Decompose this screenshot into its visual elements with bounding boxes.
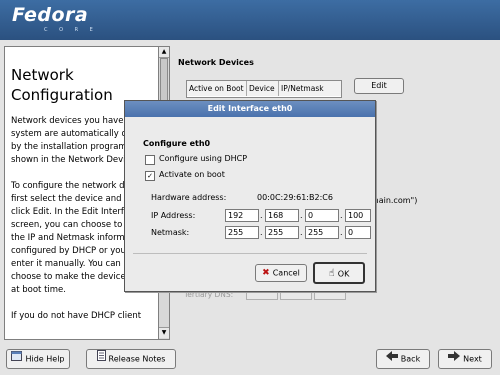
scroll-up-arrow-icon[interactable]: ▲ [159, 47, 169, 58]
dialog-separator [133, 253, 367, 254]
back-button[interactable]: Back [376, 349, 430, 369]
ip-octet-4[interactable]: 100 [345, 209, 371, 222]
netmask-label: Netmask: [151, 228, 190, 237]
fedora-logo-sub: C O R E [44, 27, 98, 33]
cancel-x-icon: ✖ [262, 268, 270, 278]
ok-hand-icon: ☝ [328, 268, 335, 279]
scroll-down-arrow-icon[interactable]: ▼ [159, 327, 169, 338]
network-devices-label: Network Devices [178, 58, 254, 67]
edit-interface-dialog: Edit Interface eth0 Configure eth0 Confi… [124, 100, 376, 292]
ip-octet-1[interactable]: 192 [225, 209, 259, 222]
network-devices-table[interactable]: Active on Boot Device IP/Netmask [186, 80, 342, 98]
release-notes-label: Release Notes [108, 354, 166, 364]
column-device[interactable]: Device [247, 81, 279, 96]
next-button[interactable]: Next [438, 349, 492, 369]
ip-octet-2[interactable]: 168 [265, 209, 299, 222]
next-arrow-icon [448, 350, 461, 368]
netmask-octet-2[interactable]: 255 [265, 226, 299, 239]
column-active-on-boot[interactable]: Active on Boot [187, 81, 247, 96]
ip-separator: . [340, 211, 343, 220]
netmask-octet-1[interactable]: 255 [225, 226, 259, 239]
next-label: Next [463, 354, 482, 364]
dhcp-label[interactable]: Configure using DHCP [159, 154, 247, 163]
edit-button[interactable]: Edit [354, 78, 404, 94]
cancel-label: Cancel [272, 268, 300, 278]
configure-section-label: Configure eth0 [143, 139, 211, 148]
activate-on-boot-checkbox[interactable]: ✓ [145, 171, 155, 181]
activate-on-boot-label[interactable]: Activate on boot [159, 170, 225, 179]
ip-address-label: IP Address: [151, 211, 196, 220]
cancel-button[interactable]: ✖ Cancel [255, 264, 307, 282]
ip-octet-3[interactable]: 0 [305, 209, 339, 222]
fedora-logo: Fedora [12, 4, 89, 26]
netmask-octet-4[interactable]: 0 [345, 226, 371, 239]
back-arrow-icon [385, 350, 398, 368]
hardware-address-label: Hardware address: [151, 193, 227, 202]
release-notes-button[interactable]: Release Notes [86, 349, 176, 369]
netmask-separator: . [300, 228, 303, 237]
help-title: Network Configuration [11, 66, 113, 104]
help-paragraph-3: If you do not have DHCP client [11, 311, 142, 321]
column-ip-netmask[interactable]: IP/Netmask [279, 81, 341, 96]
help-icon [11, 350, 23, 368]
ok-label: OK [337, 269, 350, 279]
netmask-separator: . [340, 228, 343, 237]
ok-button[interactable]: ☝ OK [313, 262, 365, 284]
dhcp-checkbox[interactable] [145, 155, 155, 165]
netmask-separator: . [260, 228, 263, 237]
netmask-octet-3[interactable]: 255 [305, 226, 339, 239]
ip-separator: . [300, 211, 303, 220]
hardware-address-value: 00:0C:29:61:B2:C6 [257, 193, 333, 202]
hide-help-label: Hide Help [25, 354, 65, 364]
ip-separator: . [260, 211, 263, 220]
hide-help-button[interactable]: Hide Help [6, 349, 70, 369]
back-label: Back [400, 354, 421, 364]
notes-icon [96, 350, 106, 368]
dialog-title: Edit Interface eth0 [125, 101, 375, 117]
